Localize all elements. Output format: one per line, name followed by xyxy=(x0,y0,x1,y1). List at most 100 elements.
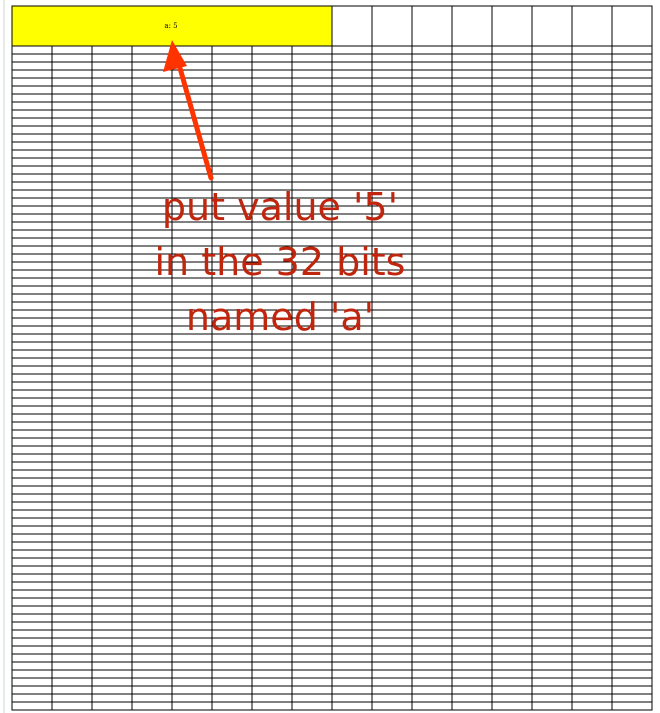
grid-cell[interactable] xyxy=(451,437,493,447)
grid-cell[interactable] xyxy=(251,645,293,655)
grid-cell[interactable] xyxy=(531,125,573,135)
grid-cell[interactable] xyxy=(131,597,173,607)
grid-cell[interactable] xyxy=(171,165,213,175)
grid-cell[interactable] xyxy=(571,693,613,703)
grid-cell[interactable] xyxy=(371,405,413,415)
grid-cell[interactable] xyxy=(11,341,53,351)
grid-cell[interactable] xyxy=(411,621,453,631)
grid-cell[interactable] xyxy=(171,101,213,111)
grid-cell[interactable] xyxy=(411,109,453,119)
grid-cell[interactable] xyxy=(571,357,613,367)
grid-cell[interactable] xyxy=(451,173,493,183)
grid-cell[interactable] xyxy=(411,549,453,559)
grid-cell[interactable] xyxy=(91,557,133,567)
grid-cell[interactable] xyxy=(411,165,453,175)
grid-cell[interactable] xyxy=(571,549,613,559)
grid-cell[interactable] xyxy=(611,429,653,439)
grid-cell[interactable] xyxy=(371,93,413,103)
grid-cell[interactable] xyxy=(11,101,53,111)
grid-cell[interactable] xyxy=(451,373,493,383)
grid-cell[interactable] xyxy=(51,677,93,687)
grid-cell[interactable] xyxy=(251,117,293,127)
grid-cell[interactable] xyxy=(571,397,613,407)
grid-cell[interactable] xyxy=(611,381,653,391)
grid-cell[interactable] xyxy=(11,61,53,71)
grid-cell[interactable] xyxy=(371,661,413,671)
grid-cell[interactable] xyxy=(451,413,493,423)
grid-cell[interactable] xyxy=(611,85,653,95)
grid-cell[interactable] xyxy=(371,525,413,535)
grid-cell[interactable] xyxy=(611,333,653,343)
grid-cell[interactable] xyxy=(571,621,613,631)
grid-cell[interactable] xyxy=(491,77,533,87)
grid-cell[interactable] xyxy=(11,261,53,271)
grid-cell[interactable] xyxy=(51,469,93,479)
grid-cell[interactable] xyxy=(291,133,333,143)
grid-cell[interactable] xyxy=(11,429,53,439)
grid-cell[interactable] xyxy=(131,525,173,535)
grid-cell[interactable] xyxy=(211,125,253,135)
grid-cell[interactable] xyxy=(171,117,213,127)
grid-cell[interactable] xyxy=(531,117,573,127)
grid-cell[interactable] xyxy=(331,109,373,119)
grid-cell[interactable] xyxy=(491,45,533,55)
grid-cell[interactable] xyxy=(531,389,573,399)
grid-cell[interactable] xyxy=(11,45,53,55)
grid-cell[interactable] xyxy=(91,589,133,599)
grid-cell[interactable] xyxy=(371,701,413,711)
grid-cell[interactable] xyxy=(331,541,373,551)
grid-cell[interactable] xyxy=(291,629,333,639)
grid-cell[interactable] xyxy=(91,397,133,407)
grid-cell[interactable] xyxy=(331,629,373,639)
grid-cell[interactable] xyxy=(211,149,253,159)
grid-cell[interactable] xyxy=(571,461,613,471)
grid-cell[interactable] xyxy=(91,101,133,111)
grid-cell[interactable] xyxy=(171,93,213,103)
grid-cell[interactable] xyxy=(91,565,133,575)
grid-cell[interactable] xyxy=(251,445,293,455)
grid-cell[interactable] xyxy=(611,565,653,575)
grid-cell[interactable] xyxy=(611,461,653,471)
grid-cell[interactable] xyxy=(11,541,53,551)
grid-cell[interactable] xyxy=(571,573,613,583)
grid-cell[interactable] xyxy=(291,117,333,127)
grid-cell[interactable] xyxy=(491,501,533,511)
grid-cell[interactable] xyxy=(611,557,653,567)
grid-cell[interactable] xyxy=(371,693,413,703)
grid-cell[interactable] xyxy=(451,629,493,639)
grid-cell[interactable] xyxy=(211,557,253,567)
grid-cell[interactable] xyxy=(451,69,493,79)
grid-cell[interactable] xyxy=(611,485,653,495)
grid-cell[interactable] xyxy=(451,525,493,535)
grid-cell[interactable] xyxy=(451,645,493,655)
grid-cell[interactable] xyxy=(491,453,533,463)
grid-cell[interactable] xyxy=(611,685,653,695)
grid-cell[interactable] xyxy=(91,685,133,695)
grid-cell[interactable] xyxy=(11,581,53,591)
grid-cell[interactable] xyxy=(131,125,173,135)
grid-cell[interactable] xyxy=(531,565,573,575)
grid-cell[interactable] xyxy=(171,485,213,495)
grid-cell[interactable] xyxy=(51,317,93,327)
grid-cell[interactable] xyxy=(11,621,53,631)
grid-cell[interactable] xyxy=(171,605,213,615)
grid-cell[interactable] xyxy=(491,357,533,367)
grid-cell[interactable] xyxy=(11,693,53,703)
grid-cell[interactable] xyxy=(411,453,453,463)
grid-cell[interactable] xyxy=(331,349,373,359)
grid-cell[interactable] xyxy=(251,109,293,119)
grid-cell[interactable] xyxy=(531,429,573,439)
grid-cell[interactable] xyxy=(331,413,373,423)
grid-cell[interactable] xyxy=(51,157,93,167)
grid-cell[interactable] xyxy=(331,573,373,583)
grid-cell[interactable] xyxy=(251,157,293,167)
grid-cell[interactable] xyxy=(331,509,373,519)
grid-cell[interactable] xyxy=(331,389,373,399)
grid-cell[interactable] xyxy=(491,157,533,167)
grid-cell[interactable] xyxy=(451,205,493,215)
grid-cell[interactable] xyxy=(211,397,253,407)
grid-cell[interactable] xyxy=(331,589,373,599)
grid-cell[interactable] xyxy=(211,141,253,151)
grid-cell[interactable] xyxy=(491,677,533,687)
grid-cell[interactable] xyxy=(91,581,133,591)
